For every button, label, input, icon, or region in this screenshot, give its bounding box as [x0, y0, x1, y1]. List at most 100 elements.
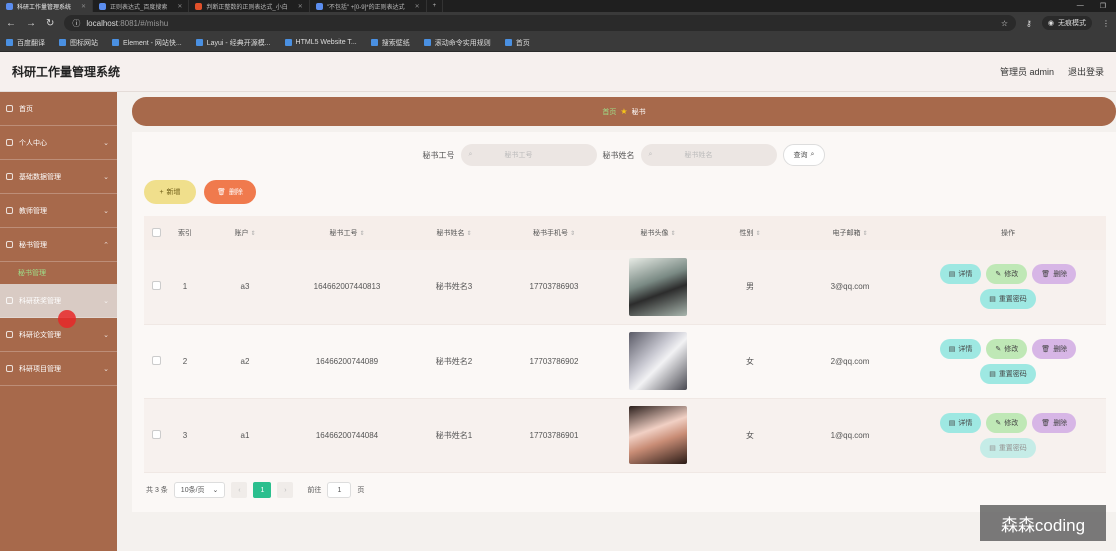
incognito-badge[interactable]: ◉ 无痕模式 — [1041, 16, 1092, 30]
goto-page-input[interactable]: 1 — [327, 482, 352, 498]
bookmark-item[interactable]: HTML5 Website T... — [284, 39, 357, 46]
logout-link[interactable]: 退出登录 — [1068, 65, 1104, 78]
chevron-down-icon: ⌄ — [103, 173, 109, 181]
sort-name[interactable]: 秘书姓名 ⇕ — [406, 216, 502, 250]
browser-tab-1[interactable]: 科研工作量管理系统 ✕ — [0, 0, 94, 12]
avatar[interactable] — [629, 332, 687, 390]
avatar[interactable] — [629, 257, 687, 316]
window-controls: — ❐ — [1077, 2, 1116, 10]
prev-page-button[interactable]: ‹ — [231, 482, 248, 498]
add-button[interactable]: + 新增 — [144, 180, 196, 204]
forward-icon[interactable]: → — [26, 18, 36, 29]
delete-button[interactable]: 🗑 删除 — [1032, 264, 1077, 285]
search-name-input[interactable]: ⌕ 秘书姓名 — [640, 144, 777, 166]
next-page-button[interactable]: › — [277, 482, 294, 498]
detail-button[interactable]: ▤ 详情 — [939, 412, 982, 433]
sidebar-item-secretaries[interactable]: 秘书管理 ⌃ — [0, 228, 117, 262]
bookmark-item[interactable]: 图标网站 — [59, 38, 98, 48]
row-checkbox[interactable] — [151, 281, 161, 291]
sort-phone[interactable]: 秘书手机号 ⇕ — [502, 216, 606, 250]
table-row: 3 a1 16466200744084 秘书姓名1 17703786901 女 … — [144, 398, 1106, 473]
sort-icon: ⇕ — [755, 231, 761, 237]
bookmark-item[interactable]: 搜索壁纸 — [370, 38, 410, 48]
url-field[interactable]: ⓘ localhost:8081/#/mishu ☆ — [64, 15, 1017, 31]
sidebar-item-teachers[interactable]: 教师管理 ⌄ — [0, 194, 117, 228]
search-icon: ⌕ — [648, 151, 653, 158]
select-all-checkbox[interactable] — [151, 227, 161, 237]
sort-id[interactable]: 秘书工号 ⇕ — [288, 216, 406, 250]
avatar[interactable] — [629, 406, 687, 464]
sidebar-item-awards[interactable]: 科研获奖管理 ⌄ — [0, 284, 117, 318]
reset-password-button[interactable]: ▤ 重置密码 — [980, 437, 1036, 458]
chevron-down-icon: ⌄ — [103, 297, 109, 305]
search-bar: 秘书工号 ⌕ 秘书工号 秘书姓名 ⌕ 秘书姓名 查询 ⌕ — [132, 144, 1116, 166]
bookmark-item[interactable]: 首页 — [504, 38, 530, 48]
breadcrumb-home[interactable]: 首页 — [602, 107, 616, 117]
sort-icon: ⇕ — [250, 231, 256, 237]
detail-button[interactable]: ▤ 详情 — [939, 338, 982, 359]
browser-tab-4[interactable]: "不包括" +[0-9]*的正则表达式 ✕ — [310, 0, 427, 12]
sidebar-item-profile[interactable]: 个人中心 ⌄ — [0, 126, 117, 160]
close-icon[interactable]: ✕ — [81, 3, 86, 10]
menu-item-icon — [6, 207, 13, 214]
row-checkbox[interactable] — [151, 429, 161, 439]
sort-gender[interactable]: 性别 ⇕ — [710, 216, 790, 250]
current-user: 管理员 admin — [999, 67, 1054, 77]
pagination: 共 3 条 10条/页 ⌄ ‹ 1 › 前往 1 页 — [146, 482, 364, 498]
page-size-select[interactable]: 10条/页 ⌄ — [173, 482, 226, 498]
new-tab-button[interactable]: + — [427, 0, 444, 12]
minimize-icon[interactable]: — — [1077, 2, 1084, 10]
reload-icon[interactable]: ↻ — [46, 18, 54, 29]
batch-delete-button[interactable]: 🗑 删除 — [204, 180, 256, 204]
sort-email[interactable]: 电子邮箱 ⇕ — [790, 216, 910, 250]
browser-tab-2[interactable]: 正则表达式_百度搜索 ✕ — [93, 0, 190, 12]
row-checkbox[interactable] — [151, 355, 161, 365]
search-id-input[interactable]: ⌕ 秘书工号 — [460, 144, 597, 166]
edit-button[interactable]: ✎ 修改 — [986, 412, 1028, 433]
document-icon: ▤ — [989, 370, 996, 378]
search-name-label: 秘书姓名 — [602, 150, 635, 160]
sort-account[interactable]: 账户 ⇕ — [202, 216, 288, 250]
browser-tab-3[interactable]: 判断正整数的正则表达式_小白 ✕ — [189, 0, 310, 12]
back-icon[interactable]: ← — [6, 18, 16, 29]
reset-password-button[interactable]: ▤ 重置密码 — [980, 363, 1036, 384]
sidebar-item-base-data[interactable]: 基础数据管理 ⌄ — [0, 160, 117, 194]
bookmark-item[interactable]: 滚动命令实用规则 — [423, 38, 491, 48]
key-icon[interactable]: ⚷ — [1026, 19, 1032, 28]
document-icon: ▤ — [948, 271, 956, 279]
close-icon[interactable]: ✕ — [177, 3, 182, 10]
close-icon[interactable]: ✕ — [415, 3, 420, 10]
sidebar-item-home[interactable]: 首页 — [0, 92, 117, 126]
menu-item-icon — [6, 365, 13, 372]
bookmark-item[interactable]: 百度翻译 — [6, 38, 45, 48]
breadcrumb-current: 秘书 — [631, 108, 646, 116]
info-icon: ⓘ — [72, 18, 81, 28]
watermark: 森森coding — [980, 505, 1106, 541]
sidebar-subitem-secretaries[interactable]: 秘书管理 — [0, 262, 117, 284]
edit-button[interactable]: ✎ 修改 — [986, 338, 1028, 359]
sidebar-item-projects[interactable]: 科研项目管理 ⌄ — [0, 352, 117, 386]
maximize-icon[interactable]: ❐ — [1100, 2, 1106, 10]
reset-password-button[interactable]: ▤ 重置密码 — [980, 289, 1036, 310]
bookmark-item[interactable]: Element - 网站快... — [112, 38, 182, 48]
close-icon[interactable]: ✕ — [298, 3, 303, 10]
pencil-icon: ✎ — [995, 345, 1002, 353]
chevron-up-icon: ⌃ — [103, 241, 109, 249]
sort-icon: ⇕ — [862, 231, 868, 237]
home-icon — [6, 105, 13, 112]
sort-avatar[interactable]: 秘书头像 ⇕ — [606, 216, 710, 250]
edit-button[interactable]: ✎ 修改 — [986, 264, 1028, 285]
star-icon[interactable]: ☆ — [1001, 19, 1008, 28]
detail-button[interactable]: ▤ 详情 — [939, 264, 982, 285]
menu-icon[interactable]: ⋮ — [1102, 19, 1110, 28]
app-title: 科研工作量管理系统 — [12, 65, 121, 79]
app-header: 科研工作量管理系统 管理员 admin 退出登录 — [0, 52, 1116, 92]
delete-button[interactable]: 🗑 删除 — [1032, 412, 1077, 433]
page-number[interactable]: 1 — [253, 482, 272, 498]
bookmark-icon — [6, 39, 13, 46]
bookmark-item[interactable]: Layui - 经典开源模... — [195, 38, 271, 48]
document-icon: ▤ — [948, 345, 956, 353]
query-button[interactable]: 查询 ⌕ — [782, 144, 826, 166]
delete-button[interactable]: 🗑 删除 — [1032, 338, 1077, 359]
browser-address-bar: ← → ↻ ⓘ localhost:8081/#/mishu ☆ ⚷ ◉ 无痕模式… — [0, 12, 1116, 34]
